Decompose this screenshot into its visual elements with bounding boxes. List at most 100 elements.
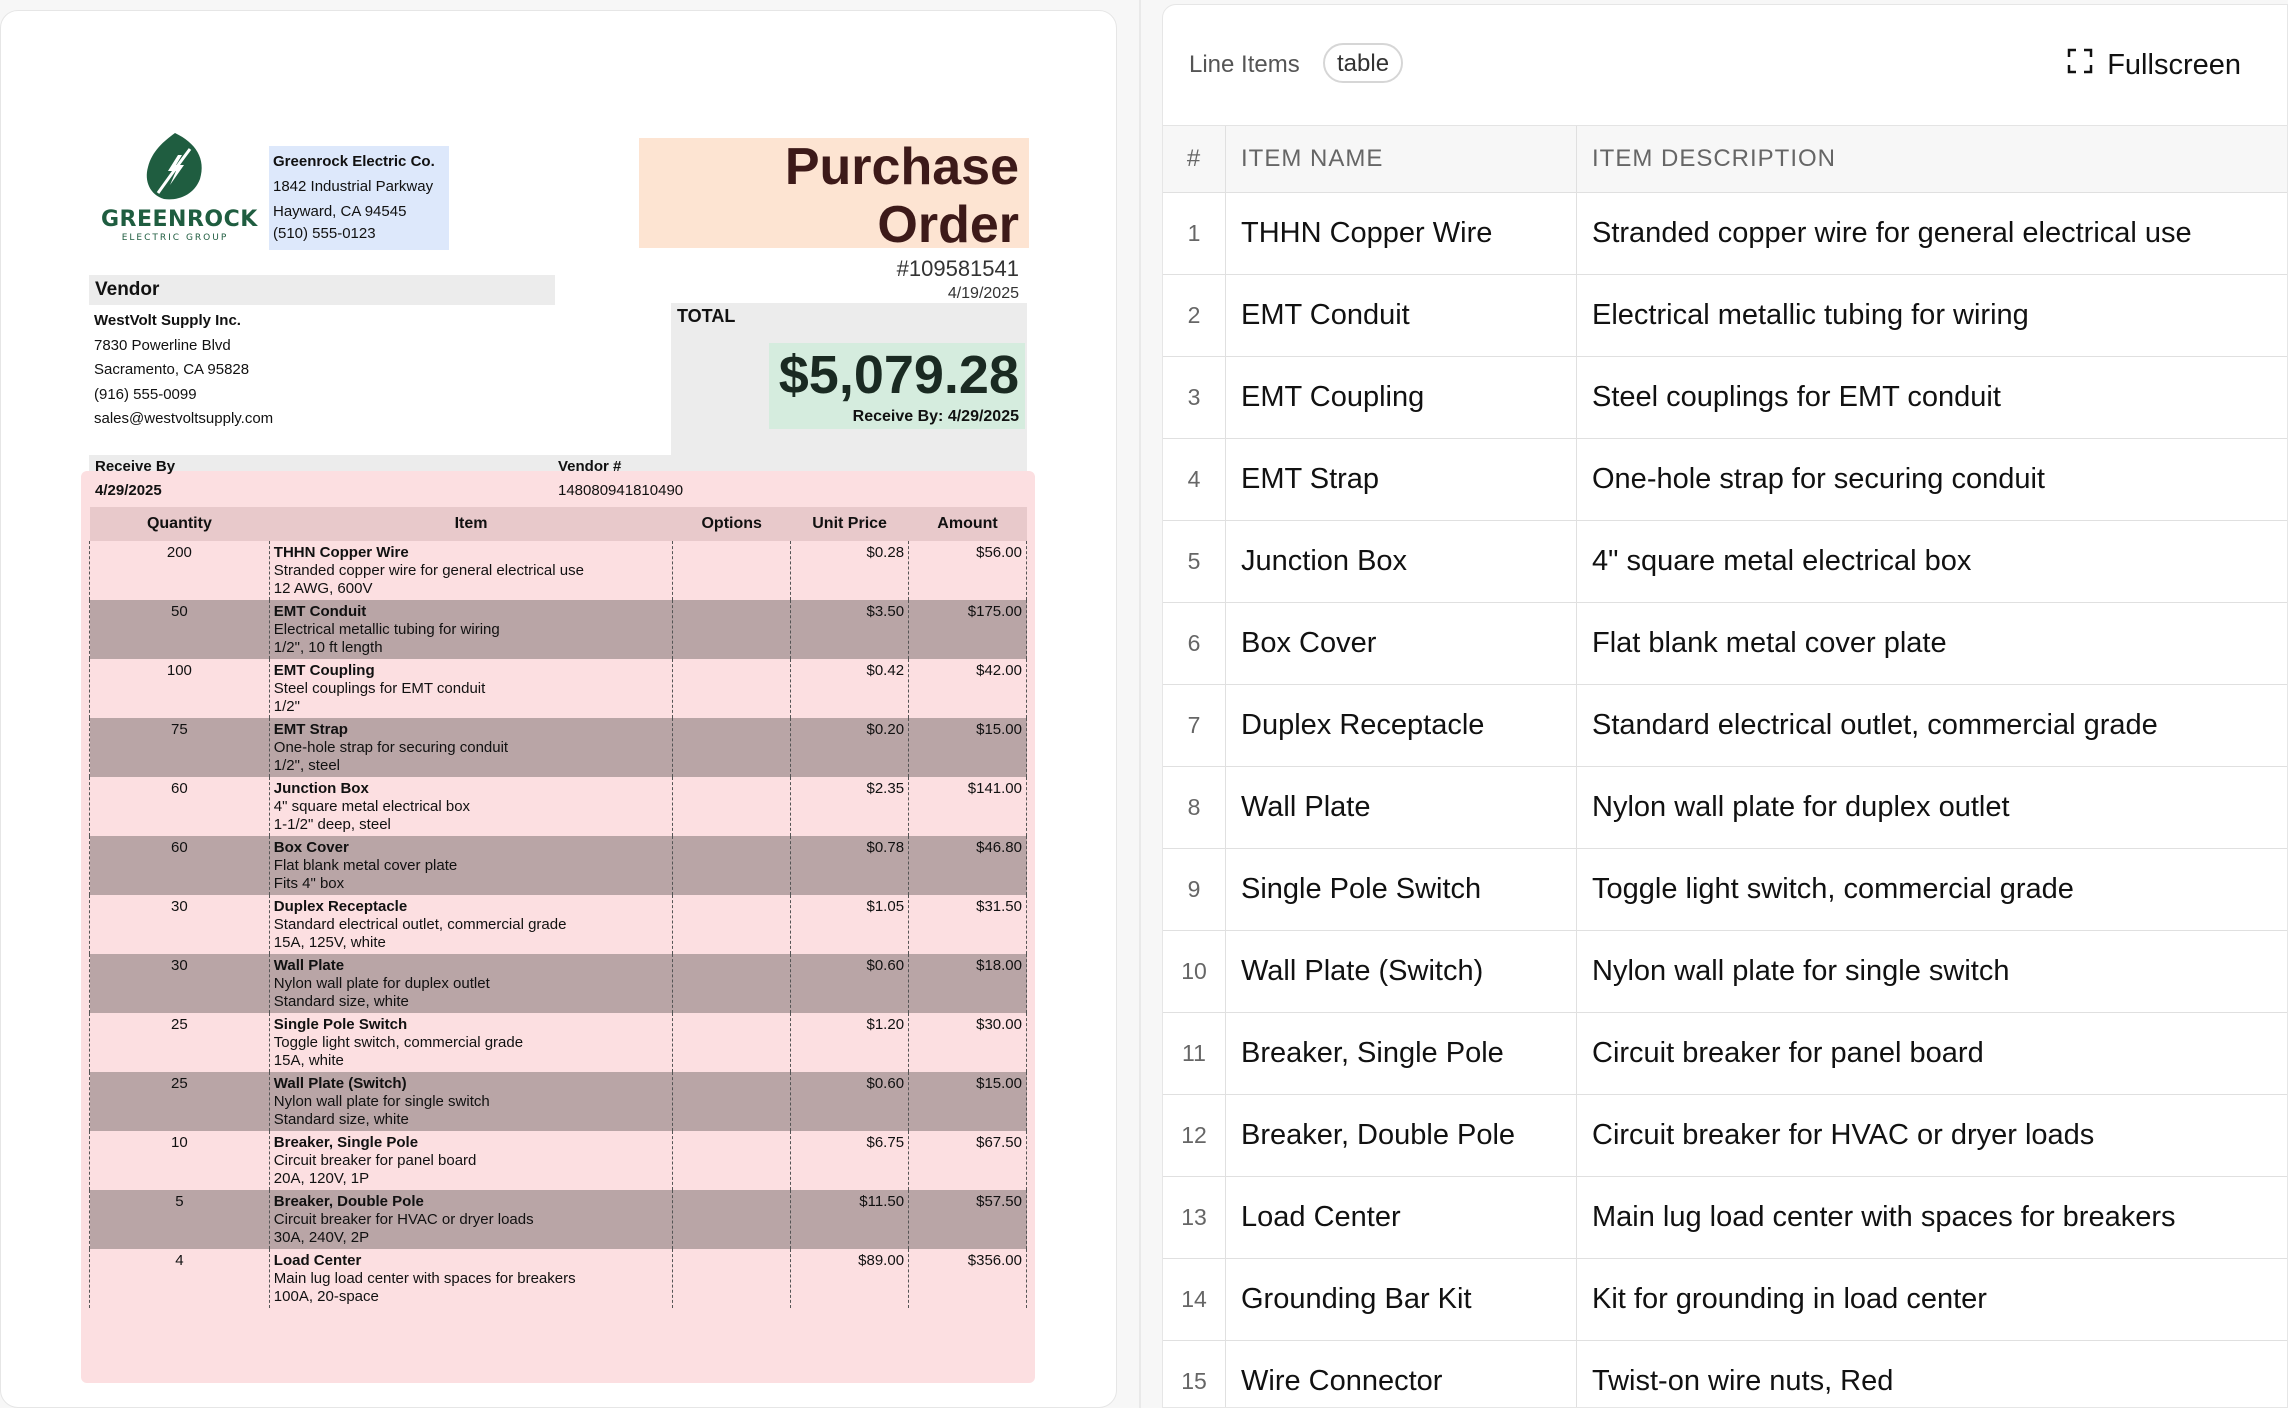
- table-row: 30 Wall Plate Nylon wall plate for duplex …: [89, 954, 1027, 1013]
- purchase-order-document: GREENROCK ELECTRIC GROUP Greenrock Elect…: [1, 11, 1116, 1407]
- row-index: 4: [1163, 438, 1226, 521]
- row-item-name: Breaker, Single Pole: [273, 1134, 419, 1151]
- row-item-name[interactable]: Grounding Bar Kit: [1225, 1258, 1577, 1341]
- row-index: 3: [1163, 356, 1226, 439]
- row-item-name[interactable]: Wire Connector: [1225, 1340, 1577, 1407]
- row-item-description[interactable]: Nylon wall plate for single switch: [1576, 930, 2287, 1013]
- row-options: [672, 1072, 791, 1131]
- table-row[interactable]: 14 Grounding Bar Kit Kit for grounding in …: [1163, 1258, 2287, 1341]
- row-item-name: EMT Strap: [273, 721, 348, 738]
- table-row[interactable]: 10 Wall Plate (Switch) Nylon wall plate fo…: [1163, 930, 2287, 1013]
- row-item-description: Standard electrical outlet, commercial g…: [273, 916, 567, 933]
- column-index[interactable]: #: [1163, 126, 1226, 193]
- table-row[interactable]: 3 EMT Coupling Steel couplings for EMT con…: [1163, 356, 2287, 439]
- row-item-description[interactable]: Steel couplings for EMT conduit: [1576, 356, 2287, 439]
- po-header-box: Purchase Order #109581541 4/19/2025: [639, 138, 1029, 302]
- row-quantity: 200: [89, 541, 270, 600]
- po-date: 4/19/2025: [947, 285, 1019, 302]
- table-row[interactable]: 5 Junction Box 4" square metal electrical …: [1163, 520, 2287, 603]
- table-row: 10 Breaker, Single Pole Circuit breaker fo…: [89, 1131, 1027, 1190]
- line-items-table: # ITEM NAME ITEM DESCRIPTION 1 THHN Coppe…: [1163, 126, 2287, 1407]
- panel-divider[interactable]: [1139, 0, 1141, 1408]
- row-index: 8: [1163, 766, 1226, 849]
- row-item-name[interactable]: Breaker, Single Pole: [1225, 1012, 1577, 1095]
- table-row[interactable]: 6 Box Cover Flat blank metal cover plate: [1163, 602, 2287, 685]
- table-row[interactable]: 4 EMT Strap One-hole strap for securing co…: [1163, 438, 2287, 521]
- row-item-name[interactable]: Load Center: [1225, 1176, 1577, 1259]
- table-row[interactable]: 9 Single Pole Switch Toggle light switch, …: [1163, 848, 2287, 931]
- row-item-name[interactable]: Single Pole Switch: [1225, 848, 1577, 931]
- row-unit-price: $0.60: [790, 1072, 909, 1131]
- table-row[interactable]: 13 Load Center Main lug load center with s…: [1163, 1176, 2287, 1259]
- vendor-number-value: 148080941810490: [558, 482, 684, 499]
- total-label: TOTAL: [677, 306, 736, 326]
- row-item-name[interactable]: EMT Coupling: [1225, 356, 1577, 439]
- row-amount: $15.00: [908, 718, 1027, 777]
- column-item-name[interactable]: ITEM NAME: [1225, 126, 1577, 193]
- row-unit-price: $3.50: [790, 600, 909, 659]
- row-item-name[interactable]: EMT Strap: [1225, 438, 1577, 521]
- table-row[interactable]: 8 Wall Plate Nylon wall plate for duplex o…: [1163, 766, 2287, 849]
- row-item-description[interactable]: Toggle light switch, commercial grade: [1576, 848, 2287, 931]
- row-item-description: Stranded copper wire for general electri…: [273, 562, 584, 579]
- row-item-spec: Standard size, white: [273, 1111, 409, 1128]
- company-name: Greenrock Electric Co.: [273, 153, 435, 170]
- row-item-name[interactable]: Box Cover: [1225, 602, 1577, 685]
- row-item-spec: 1/2", steel: [273, 757, 340, 774]
- row-item-description[interactable]: Electrical metallic tubing for wiring: [1576, 274, 2287, 357]
- row-item-description[interactable]: Twist-on wire nuts, Red: [1576, 1340, 2287, 1407]
- table-row[interactable]: 11 Breaker, Single Pole Circuit breaker fo…: [1163, 1012, 2287, 1095]
- row-quantity: 100: [89, 659, 270, 718]
- row-item-name: Load Center: [273, 1252, 362, 1269]
- row-item-description[interactable]: 4" square metal electrical box: [1576, 520, 2287, 603]
- row-unit-price: $0.20: [790, 718, 909, 777]
- row-item-name[interactable]: EMT Conduit: [1225, 274, 1577, 357]
- row-item-name[interactable]: Wall Plate: [1225, 766, 1577, 849]
- line-items-header-row: # ITEM NAME ITEM DESCRIPTION: [1163, 126, 2287, 193]
- table-row[interactable]: 15 Wire Connector Twist-on wire nuts, Red: [1163, 1340, 2287, 1407]
- row-item-name[interactable]: Wall Plate (Switch): [1225, 930, 1577, 1013]
- row-item-description: Main lug load center with spaces for bre…: [273, 1270, 576, 1287]
- row-item: Junction Box 4" square metal electrical b…: [268, 777, 673, 836]
- row-item-name[interactable]: Breaker, Double Pole: [1225, 1094, 1577, 1177]
- fullscreen-button[interactable]: Fullscreen: [2067, 45, 2241, 85]
- table-row: 100 EMT Coupling Steel couplings for EMT c…: [89, 659, 1027, 718]
- table-row[interactable]: 2 EMT Conduit Electrical metallic tubing f…: [1163, 274, 2287, 357]
- po-line-items-table: Quantity Item Options Unit Price Amount …: [89, 507, 1027, 1308]
- row-index: 15: [1163, 1340, 1226, 1407]
- row-options: [672, 895, 791, 954]
- table-row[interactable]: 7 Duplex Receptacle Standard electrical ou…: [1163, 684, 2287, 767]
- row-item-description[interactable]: Kit for grounding in load center: [1576, 1258, 2287, 1341]
- row-options: [672, 659, 791, 718]
- row-item-description[interactable]: Stranded copper wire for general electri…: [1576, 192, 2287, 275]
- row-item-spec: 30A, 240V, 2P: [273, 1229, 370, 1246]
- logo-subtext: ELECTRIC GROUP: [121, 233, 229, 243]
- company-address-line2: Hayward, CA 94545: [273, 203, 407, 220]
- row-item-name: Wall Plate: [273, 957, 345, 974]
- row-item-description[interactable]: Circuit breaker for panel board: [1576, 1012, 2287, 1095]
- table-row[interactable]: 1 THHN Copper Wire Stranded copper wire fo…: [1163, 192, 2287, 275]
- row-item-spec: Fits 4" box: [273, 875, 345, 892]
- row-item-description[interactable]: Main lug load center with spaces for bre…: [1576, 1176, 2287, 1259]
- row-unit-price: $6.75: [790, 1131, 909, 1190]
- row-item-description[interactable]: Nylon wall plate for duplex outlet: [1576, 766, 2287, 849]
- row-item-description[interactable]: One-hole strap for securing conduit: [1576, 438, 2287, 521]
- table-row[interactable]: 12 Breaker, Double Pole Circuit breaker fo…: [1163, 1094, 2287, 1177]
- panel-toolbar: Line Items table Fullscreen: [1163, 5, 2287, 126]
- row-item-description[interactable]: Standard electrical outlet, commercial g…: [1576, 684, 2287, 767]
- row-index: 11: [1163, 1012, 1226, 1095]
- row-options: [672, 1190, 791, 1249]
- row-item-description[interactable]: Circuit breaker for HVAC or dryer loads: [1576, 1094, 2287, 1177]
- row-item-name[interactable]: Duplex Receptacle: [1225, 684, 1577, 767]
- vendor-name: WestVolt Supply Inc.: [94, 312, 241, 329]
- table-row: 4 Load Center Main lug load center with sp…: [89, 1249, 1027, 1308]
- row-index: 1: [1163, 192, 1226, 275]
- table-row: 60 Junction Box 4" square metal electrical…: [89, 777, 1027, 836]
- row-item-name[interactable]: Junction Box: [1225, 520, 1577, 603]
- row-item: Single Pole Switch Toggle light switch, c…: [268, 1013, 673, 1072]
- header-options: Options: [672, 507, 791, 541]
- row-item-name[interactable]: THHN Copper Wire: [1225, 192, 1577, 275]
- column-item-description[interactable]: ITEM DESCRIPTION: [1576, 126, 2287, 193]
- row-index: 2: [1163, 274, 1226, 357]
- row-item-description[interactable]: Flat blank metal cover plate: [1576, 602, 2287, 685]
